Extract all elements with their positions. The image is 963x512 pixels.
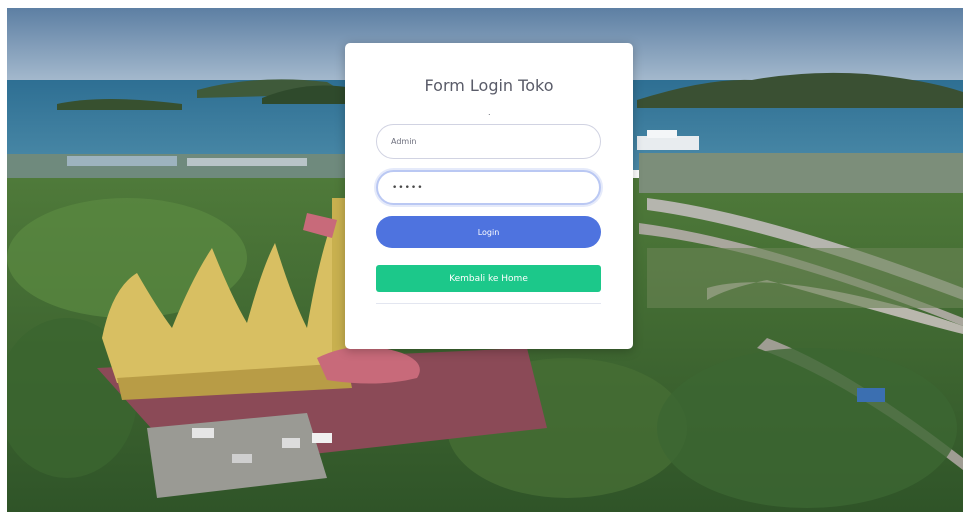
form-divider (376, 303, 601, 304)
title-decoration: . (488, 108, 491, 117)
form-title: Form Login Toko (424, 76, 554, 95)
username-input[interactable] (376, 124, 601, 159)
back-to-home-button[interactable]: Kembali ke Home (376, 265, 601, 292)
login-button[interactable]: Login (376, 216, 601, 248)
login-page: Form Login Toko . Login Kembali ke Home (0, 0, 963, 512)
login-card: Form Login Toko . Login Kembali ke Home (345, 43, 633, 349)
password-input[interactable] (376, 170, 601, 205)
